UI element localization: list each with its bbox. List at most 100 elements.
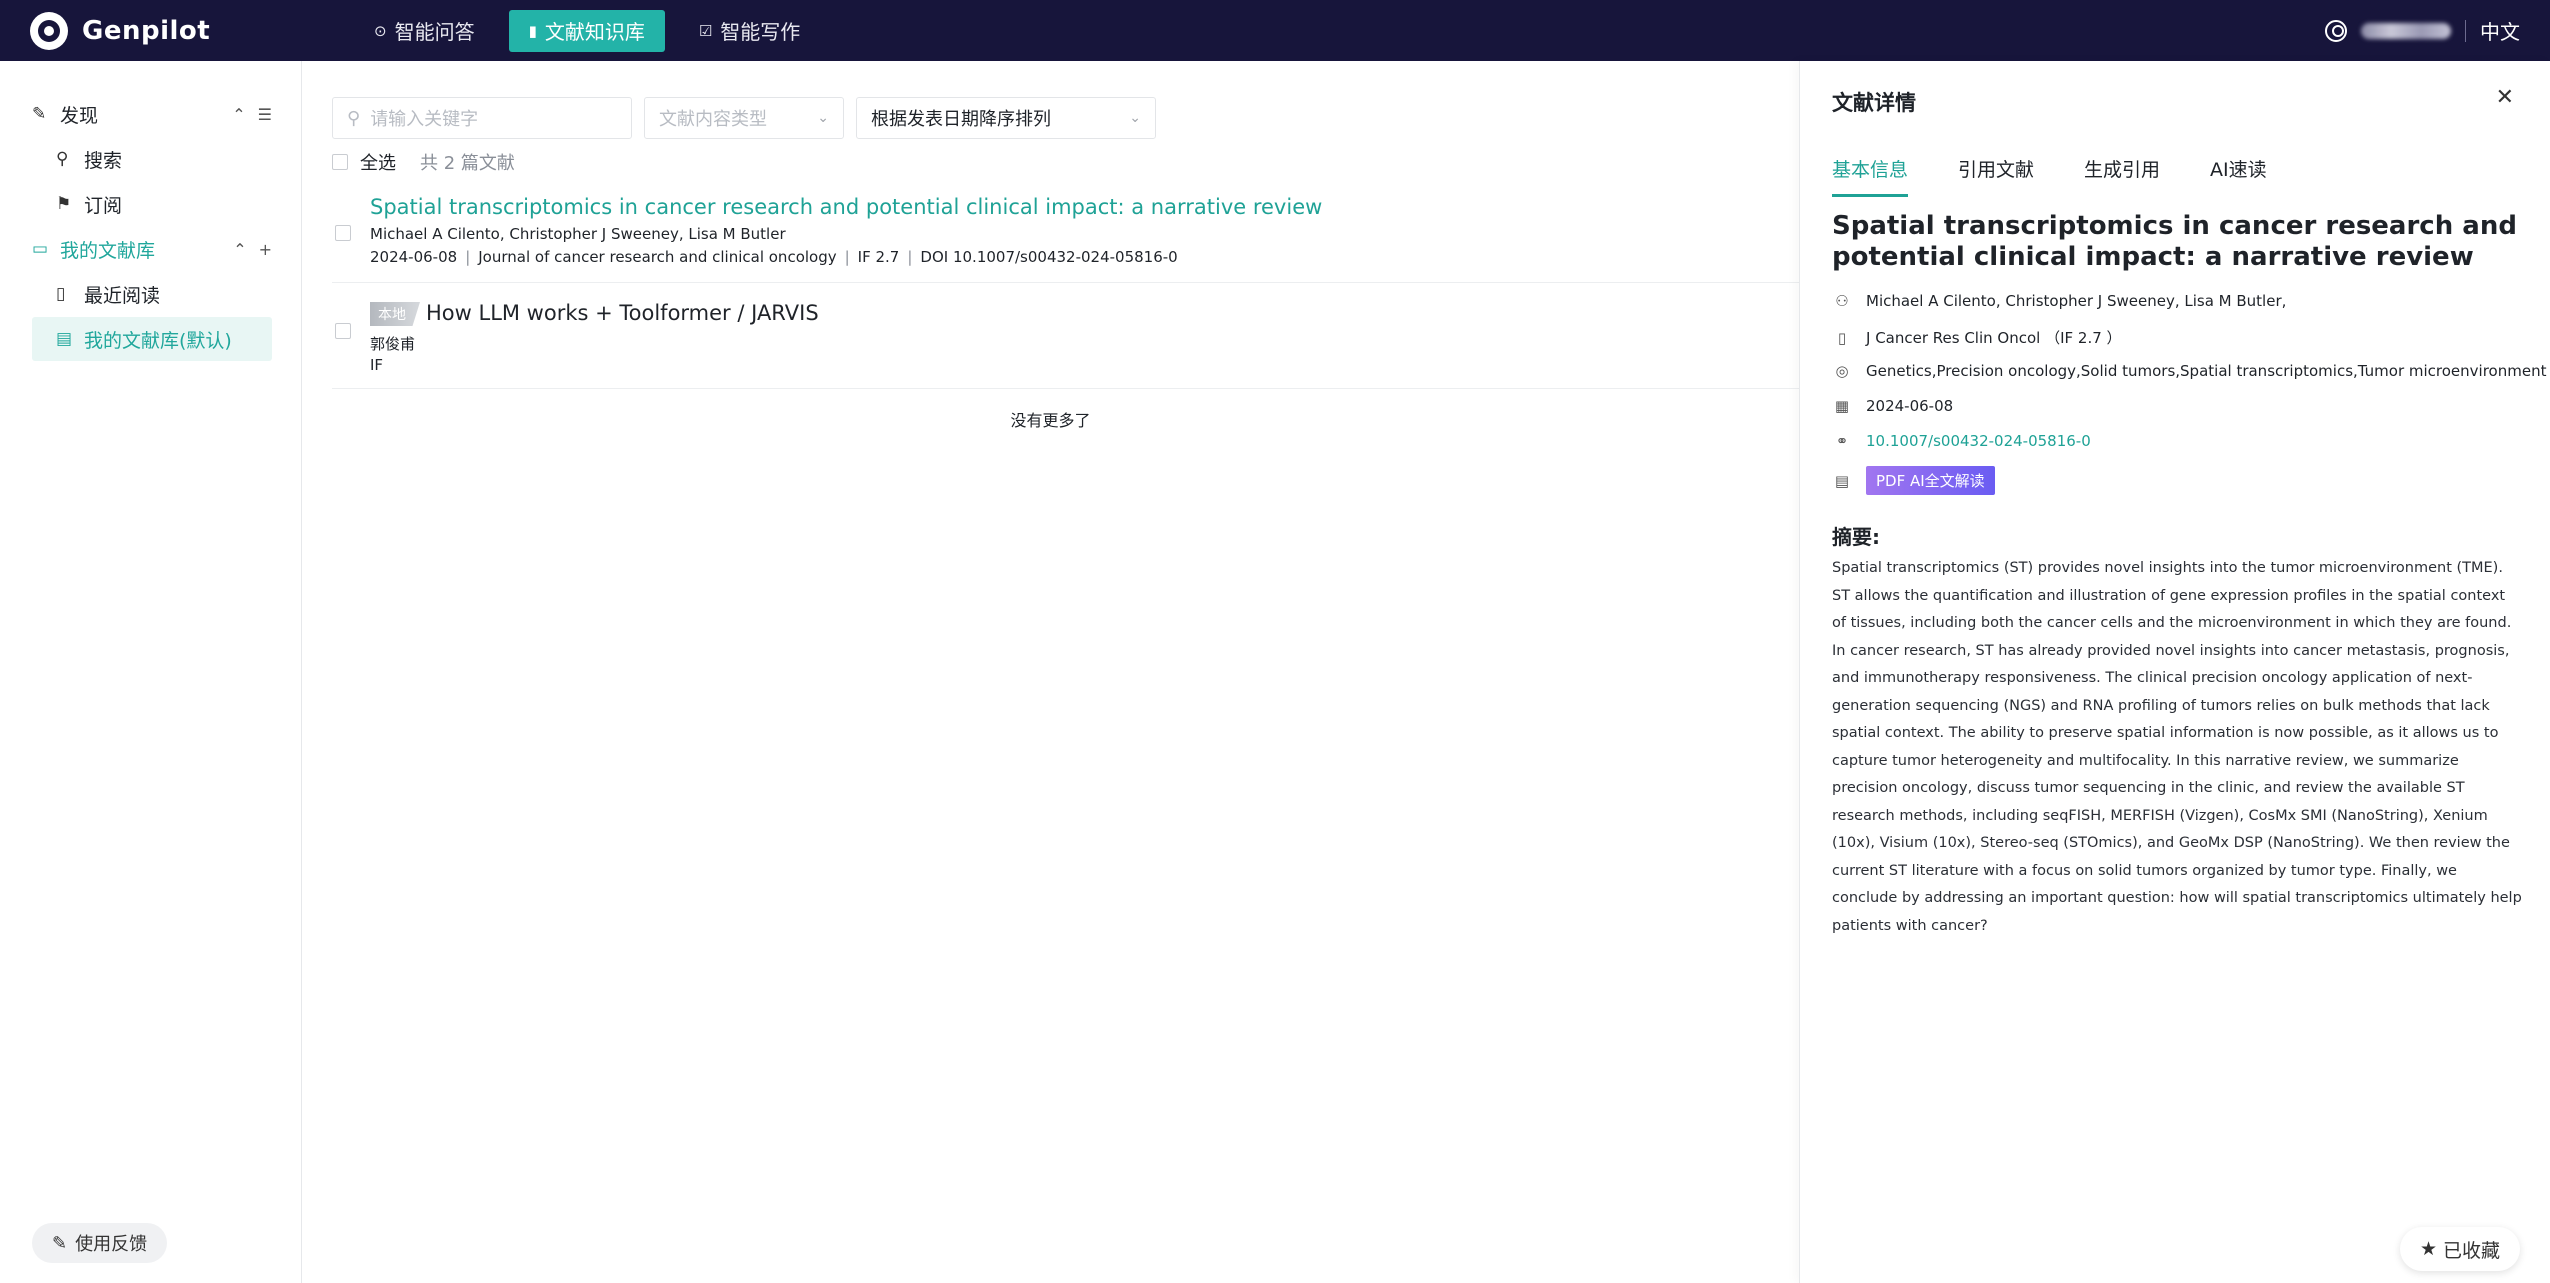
tab-references[interactable]: 引用文献: [1958, 155, 2034, 197]
local-tag-badge: 本地: [370, 302, 420, 326]
detail-pdf-row: ▤ PDF AI全文解读: [1832, 466, 1995, 495]
username-blurred[interactable]: [2361, 22, 2451, 39]
pen-icon: ✎: [52, 1232, 68, 1254]
literature-detail-panel: 文献详情 ✕ 基本信息 引用文献 生成引用 AI速读 Spatial trans…: [1799, 61, 2550, 1283]
detail-doi-row: ⚭ 10.1007/s00432-024-05816-0: [1832, 432, 2091, 450]
link-icon: ⚭: [1835, 432, 1849, 450]
nav-tab-literature-library[interactable]: ▮ 文献知识库: [508, 9, 665, 52]
main-nav-tabs: ⊙ 智能问答 ▮ 文献知识库 ☑ 智能写作: [354, 9, 820, 52]
content-type-placeholder: 文献内容类型: [659, 109, 767, 130]
detail-tabs: 基本信息 引用文献 生成引用 AI速读: [1832, 155, 2267, 197]
list-item[interactable]: 本地 How LLM works + Toolformer / JARVIS 郭俊…: [332, 283, 1799, 389]
collapse-icon[interactable]: ⌃: [233, 240, 246, 259]
detail-journal-row: ▯ J Cancer Res Clin Oncol （IF 2.7 ）: [1832, 327, 2122, 348]
chevron-down-icon: ⌄: [817, 110, 829, 126]
separator: |: [465, 248, 471, 266]
paper-meta: 2024-06-08 | Journal of cancer research an…: [370, 248, 1178, 266]
pdf-ai-read-button[interactable]: PDF AI全文解读: [1866, 466, 1995, 495]
menu-fold-icon[interactable]: ☰: [258, 105, 272, 124]
nav-tab-smart-writing[interactable]: ☑ 智能写作: [679, 10, 820, 52]
target-icon: ◎: [1835, 362, 1849, 380]
keyword-search-input[interactable]: ⚲ 请输入关键字: [332, 97, 632, 139]
detail-keywords-row: ◎ Genetics,Precision oncology,Solid tumo…: [1832, 362, 2546, 380]
item-checkbox[interactable]: [335, 225, 351, 241]
paper-date: 2024-06-08: [370, 248, 458, 266]
top-right-controls: 中文: [2325, 16, 2520, 45]
favorite-label: 已收藏: [2442, 1239, 2500, 1262]
nav-tab-label: 智能问答: [394, 20, 475, 44]
abstract-text: Spatial transcriptomics (ST) provides no…: [1832, 560, 2522, 934]
sidebar-item-subscribe[interactable]: ⚑ 订阅: [32, 182, 272, 226]
separator: |: [907, 248, 913, 266]
content-type-select[interactable]: 文献内容类型 ⌄: [644, 97, 844, 139]
bookmark-icon: ⚑: [56, 194, 72, 214]
sidebar-item-search[interactable]: ⚲ 搜索: [32, 137, 272, 181]
book-icon: ▮: [528, 21, 537, 40]
top-navigation-bar: Genpilot ⊙ 智能问答 ▮ 文献知识库 ☑ 智能写作 中文: [0, 0, 2550, 61]
open-book-icon: ▯: [56, 284, 66, 304]
list-item[interactable]: Spatial transcriptomics in cancer resear…: [332, 187, 1799, 283]
sidebar-discover-tools: ⌃ ☰: [232, 105, 272, 124]
detail-paper-title: Spatial transcriptomics in cancer resear…: [1832, 211, 2517, 272]
folder-icon: ▭: [32, 239, 49, 259]
paper-if: IF: [370, 356, 384, 374]
separator: |: [844, 248, 850, 266]
paper-authors: Michael A Cilento, Christopher J Sweeney…: [370, 225, 786, 243]
sort-select[interactable]: 根据发表日期降序排列 ⌄: [856, 97, 1156, 139]
tab-basic-info[interactable]: 基本信息: [1832, 155, 1909, 197]
language-switch[interactable]: 中文: [2480, 16, 2520, 45]
journal-icon: ▯: [1837, 328, 1847, 347]
sidebar-item-default-library[interactable]: ▤ 我的文献库(默认): [32, 317, 272, 361]
brand[interactable]: Genpilot: [30, 11, 330, 50]
select-all-label[interactable]: 全选: [360, 149, 396, 175]
abstract-label: 摘要:: [1832, 525, 1880, 549]
select-all-row: 全选 共 2 篇文献: [332, 149, 515, 175]
item-checkbox[interactable]: [335, 323, 351, 339]
compass-icon: ✎: [32, 104, 47, 124]
literature-list-panel: ⚲ 请输入关键字 文献内容类型 ⌄ 根据发表日期降序排列 ⌄ 全选 共 2 篇文…: [302, 61, 1799, 1283]
divider: [2465, 19, 2466, 42]
detail-authors-row: ⚇ Michael A Cilento, Christopher J Sween…: [1832, 292, 2286, 310]
chat-icon: ⊙: [374, 21, 387, 40]
paper-if: IF 2.7: [857, 248, 900, 266]
nav-tab-smart-qa[interactable]: ⊙ 智能问答: [354, 10, 495, 52]
user-icon[interactable]: [2325, 19, 2347, 42]
detail-date-row: ▦ 2024-06-08: [1832, 397, 1953, 415]
select-all-checkbox[interactable]: [332, 154, 348, 170]
add-icon[interactable]: +: [259, 240, 272, 259]
collapse-icon[interactable]: ⌃: [232, 105, 245, 124]
users-icon: ⚇: [1835, 292, 1849, 310]
paper-title-row[interactable]: 本地 How LLM works + Toolformer / JARVIS: [370, 301, 819, 326]
chevron-down-icon: ⌄: [1129, 110, 1141, 126]
detail-date: 2024-06-08: [1866, 397, 1954, 415]
sidebar-item-label: 我的文献库: [60, 239, 156, 262]
nav-tab-label: 智能写作: [720, 20, 801, 44]
sidebar-item-my-library[interactable]: ▭ 我的文献库 ⌃ +: [32, 227, 272, 271]
feedback-button[interactable]: ✎ 使用反馈: [32, 1223, 168, 1263]
detail-header: 文献详情: [1832, 91, 1916, 115]
sidebar-item-label: 我的文献库(默认): [84, 329, 232, 352]
sidebar-item-label: 发现: [60, 104, 99, 127]
search-icon: ⚲: [56, 149, 69, 169]
paper-title[interactable]: Spatial transcriptomics in cancer resear…: [370, 195, 1322, 219]
detail-keywords: Genetics,Precision oncology,Solid tumors…: [1866, 362, 2547, 380]
sidebar: ✎ 发现 ⌃ ☰ ⚲ 搜索 ⚑ 订阅 ▭ 我的文献库 ⌃ + ▯ 最近阅读 ▤ …: [0, 61, 302, 1283]
search-placeholder: 请输入关键字: [370, 109, 479, 130]
feedback-label: 使用反馈: [75, 1234, 148, 1255]
tab-generate-citation[interactable]: 生成引用: [2084, 155, 2160, 197]
brand-name: Genpilot: [82, 15, 211, 46]
genpilot-logo-icon: [30, 11, 68, 50]
sidebar-item-recent[interactable]: ▯ 最近阅读: [32, 272, 272, 316]
favorite-button[interactable]: ★ 已收藏: [2399, 1227, 2520, 1271]
detail-authors: Michael A Cilento, Christopher J Sweeney…: [1866, 292, 2287, 310]
sidebar-item-discover[interactable]: ✎ 发现 ⌃ ☰: [32, 92, 272, 136]
paper-doi: DOI 10.1007/s00432-024-05816-0: [920, 248, 1178, 266]
edit-icon: ☑: [698, 21, 713, 40]
calendar-icon: ▦: [1834, 397, 1850, 415]
sort-value: 根据发表日期降序排列: [871, 109, 1051, 130]
close-icon[interactable]: ✕: [2496, 85, 2514, 110]
paper-title[interactable]: How LLM works + Toolformer / JARVIS: [426, 301, 819, 325]
detail-doi-link[interactable]: 10.1007/s00432-024-05816-0: [1866, 432, 2091, 450]
tab-ai-quick-read[interactable]: AI速读: [2210, 155, 2267, 197]
paper-authors: 郭俊甫: [370, 335, 416, 353]
